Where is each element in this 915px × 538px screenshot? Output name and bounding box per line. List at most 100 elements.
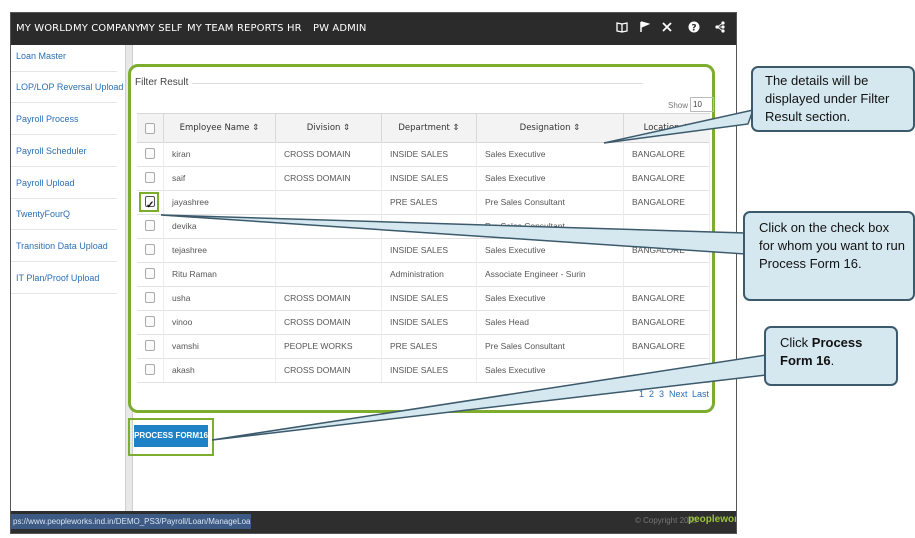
page-link-3[interactable]: 3	[659, 389, 664, 399]
nav-hr[interactable]: HR	[287, 13, 302, 45]
sidebar-item-transition-data-upload[interactable]: Transition Data Upload	[16, 241, 108, 251]
callout-checkbox: Click on the check box for whom you want…	[743, 211, 915, 301]
page-link-1[interactable]: 1	[639, 389, 644, 399]
table-row[interactable]: vinoo CROSS DOMAIN INSIDE SALES Sales Head B…	[137, 310, 710, 335]
cell-department: Administration	[382, 262, 477, 286]
table-row[interactable]: akash CROSS DOMAIN INSIDE SALES Sales Execu…	[137, 358, 710, 383]
divider	[11, 261, 117, 262]
book-icon[interactable]	[611, 13, 633, 45]
last-page-link[interactable]: Last	[692, 389, 709, 399]
cell-name: vinoo	[164, 310, 276, 334]
row-checkbox[interactable]	[145, 172, 155, 183]
table-row[interactable]: Ritu Raman Administration Associate Engine…	[137, 262, 710, 287]
cell-division: CROSS DOMAIN	[276, 142, 382, 166]
process-button-highlight: PROCESS FORM16	[128, 418, 214, 456]
sidebar-item-payroll-upload[interactable]: Payroll Upload	[16, 178, 75, 188]
column-header-employee-name[interactable]: Employee Name ⇕	[164, 114, 276, 142]
row-checkbox[interactable]	[145, 364, 155, 375]
cell-division	[276, 190, 382, 214]
nav-my-self[interactable]: MY SELF	[140, 13, 183, 45]
cell-division: CROSS DOMAIN	[276, 286, 382, 310]
row-checkbox-cell	[137, 334, 164, 358]
table-row[interactable]: jayashree PRE SALESPre Sales ConsultantBA…	[137, 190, 710, 215]
row-checkbox-cell	[137, 166, 164, 190]
divider	[11, 229, 117, 230]
row-checkbox[interactable]	[145, 316, 155, 327]
sidebar-item-payroll-scheduler[interactable]: Payroll Scheduler	[16, 146, 87, 156]
nav-my-company[interactable]: MY COMPANY	[73, 13, 141, 45]
row-checkbox[interactable]	[145, 148, 155, 159]
cell-department: INSIDE SALES	[382, 166, 477, 190]
svg-text:?: ?	[691, 24, 696, 34]
row-checkbox-cell	[137, 190, 164, 214]
cell-division	[276, 238, 382, 262]
cell-designation: Sales Executive	[477, 358, 624, 382]
column-header-designation[interactable]: Designation ⇕	[477, 114, 624, 142]
table-row[interactable]: devika INSIDE SALES Pre Sales Consultant	[137, 214, 710, 239]
cell-department: INSIDE SALES	[382, 142, 477, 166]
table-header: Employee Name ⇕ Division ⇕ Department ⇕ …	[137, 113, 710, 143]
cell-division: CROSS DOMAIN	[276, 166, 382, 190]
sidebar-item-twentyfourq[interactable]: TwentyFourQ	[16, 209, 70, 219]
cell-designation: Sales Executive	[477, 142, 624, 166]
sidebar-item-loan-master[interactable]: Loan Master	[16, 51, 66, 61]
callout-button-suffix: .	[830, 353, 835, 368]
cell-location	[624, 262, 710, 286]
row-checkbox-cell	[137, 286, 164, 310]
cell-department: INSIDE SALES	[382, 286, 477, 310]
cell-location: BANGALORE	[624, 190, 710, 214]
cell-department: INSIDE SALES	[382, 310, 477, 334]
cell-location: BANGALORE	[624, 310, 710, 334]
column-header-division[interactable]: Division ⇕	[276, 114, 382, 142]
row-checkbox-cell	[137, 262, 164, 286]
cell-division: PEOPLE WORKS	[276, 334, 382, 358]
tools-icon[interactable]	[656, 13, 678, 45]
column-header-location[interactable]: Location ⇕	[624, 114, 709, 142]
page-size-select[interactable]: 10	[690, 97, 714, 112]
row-checkbox[interactable]	[145, 340, 155, 351]
table-row[interactable]: tejashree INSIDE SALES Sales Executive BANG…	[137, 238, 710, 263]
nav-my-world[interactable]: MY WORLD	[16, 13, 73, 45]
sidebar-item-it-plan-proof-upload[interactable]: IT Plan/Proof Upload	[16, 273, 99, 283]
cell-name: akash	[164, 358, 276, 382]
table-row[interactable]: usha CROSS DOMAIN INSIDE SALES Sales Execut…	[137, 286, 710, 311]
cell-name: vamshi	[164, 334, 276, 358]
table-row[interactable]: kiran CROSS DOMAIN INSIDE SALES Sales Execu…	[137, 142, 710, 167]
next-page-link[interactable]: Next	[669, 389, 688, 399]
column-header-department[interactable]: Department ⇕	[382, 114, 477, 142]
cell-department: INSIDE SALES	[382, 358, 477, 382]
cell-division	[276, 214, 382, 238]
table-row[interactable]: vamshi PEOPLE WORKS PRE SALES Pre Sales Con…	[137, 334, 710, 359]
row-checkbox-cell	[137, 310, 164, 334]
divider	[11, 71, 117, 72]
callout-button-prefix: Click	[780, 335, 812, 350]
sidebar: Loan Master LOP/LOP Reversal Upload Payr…	[11, 45, 128, 511]
callout-filter-result: The details will be displayed under Filt…	[751, 66, 915, 132]
help-icon[interactable]: ?	[683, 13, 705, 45]
page-link-2[interactable]: 2	[649, 389, 654, 399]
process-form16-button[interactable]: PROCESS FORM16	[134, 425, 208, 447]
show-label: Show	[668, 101, 689, 110]
cell-department: INSIDE SALES	[382, 238, 477, 262]
nav-pw-admin[interactable]: PW ADMIN	[313, 13, 367, 45]
divider	[11, 166, 117, 167]
select-all-cell	[137, 114, 164, 142]
row-checkbox[interactable]	[145, 220, 155, 231]
row-checkbox[interactable]	[145, 268, 155, 279]
cell-location	[624, 358, 710, 382]
row-checkbox-cell	[137, 142, 164, 166]
sidebar-item-payroll-process[interactable]: Payroll Process	[16, 114, 79, 124]
flag-icon[interactable]	[633, 13, 655, 45]
row-checkbox[interactable]	[145, 244, 155, 255]
select-all-checkbox[interactable]	[145, 123, 155, 134]
cell-location: BANGALORE	[624, 286, 710, 310]
row-checkbox[interactable]	[145, 292, 155, 303]
divider	[11, 102, 117, 103]
row-checkbox-cell	[137, 358, 164, 382]
row-checkbox-cell	[137, 214, 164, 238]
sidebar-item-lop-upload[interactable]: LOP/LOP Reversal Upload	[16, 82, 123, 92]
nav-my-team[interactable]: MY TEAM	[187, 13, 234, 45]
network-icon[interactable]	[709, 13, 731, 45]
nav-reports[interactable]: REPORTS	[237, 13, 284, 45]
table-row[interactable]: saif CROSS DOMAIN INSIDE SALES Sales Execut…	[137, 166, 710, 191]
